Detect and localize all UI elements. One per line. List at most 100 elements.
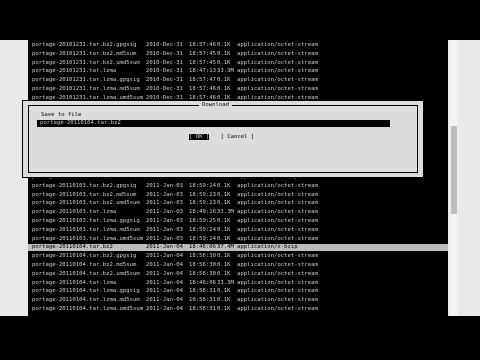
file-list-row[interactable]: portage-20110103.tar.lzma.md5sum 2011-Jan… [28,227,448,234]
file-list-row[interactable]: portage-20110104.tar.lzma 2011-Jan-04 18:4… [28,280,448,287]
file-name: portage-20110103.tar.lzma.gpgsig [32,218,140,224]
file-list-row[interactable]: portage-20110104.tar.bz2.umd5sum 2011-Jan… [28,271,448,278]
file-size: 0.1K [217,200,231,207]
file-name: portage-20110104.tar.lzma.gpgsig [32,288,140,295]
file-name: portage-20110104.tar.lzma [32,279,117,286]
scrollbar-thumb[interactable] [451,126,457,214]
file-date: 2010-Dec-31 [146,68,184,75]
file-type: application/octet-stream [237,77,318,84]
file-time: 18:57:47 [189,77,216,84]
file-time: 18:57:46 [189,86,216,92]
file-name: portage-20101231.tar.lzma.md5sum [32,86,140,92]
file-list-row[interactable]: portage-20101231.tar.lzma 2010-Dec-31 18:4… [28,68,448,75]
file-type: application/octet-stream [237,262,318,268]
file-date: 2010-Dec-31 [146,42,184,48]
file-name: portage-20101231.tar.bz2.md5sum [32,50,137,57]
file-type: application/octet-stream [237,218,318,224]
file-size: 0.1K [217,235,231,242]
file-name: portage-20110104.tar.bz2.gpgsig [32,253,137,260]
file-type: application/x-bzip [237,244,298,251]
file-time: 18:56:31 [189,297,216,304]
file-type: application/octet-stream [237,59,318,66]
file-date: 2010-Dec-31 [146,77,184,84]
file-time: 18:56:30 [189,270,216,277]
file-type: application/octet-stream [237,253,318,260]
file-date: 2011-Jan-03 [146,191,184,198]
file-name: portage-20110104.tar.lzma.md5sum [32,297,140,304]
file-type: application/octet-stream [237,270,318,277]
file-size: 0.1K [217,50,231,57]
file-time: 18:59:23 [189,191,216,198]
file-time: 18:57:45 [189,50,216,57]
dialog-border: Download Save to file portage-20110104.t… [28,102,418,173]
file-name: portage-20110104.tar.bz2.umd5sum [32,270,140,277]
file-size: 0.1K [217,77,231,84]
file-type: application/octet-stream [237,235,318,242]
file-size: 0.1K [217,218,231,224]
file-list-row[interactable]: portage-20101231.tar.lzma.md5sum 2010-Dec… [28,86,448,93]
file-time: 18:56:30 [189,262,216,268]
file-type: application/octet-stream [237,191,318,198]
file-size: 33.3M [217,68,234,75]
file-name: portage-20101231.tar.bz2.umd5sum [32,59,140,66]
file-size: 0.1K [217,42,231,48]
file-date: 2011-Jan-03 [146,209,184,216]
file-list-row[interactable]: portage-20101231.tar.bz2.md5sum 2010-Dec-… [28,51,448,58]
file-name: portage-20110104.tar.bz2 [32,244,113,251]
file-size: 0.1K [217,86,231,92]
file-type: application/octet-stream [237,182,318,189]
terminal-window: portage-20101231.tar.bz2.gpgsig 2010-Dec-… [28,40,448,316]
file-time: 18:59:23 [189,200,216,207]
file-list-row[interactable]: portage-20110104.tar.bz2.gpgsig 2011-Jan-… [28,253,448,260]
file-date: 2011-Jan-03 [146,182,184,189]
file-time: 18:56:31 [189,288,216,295]
file-time: 18:47:13 [189,68,216,75]
file-list-row[interactable]: portage-20110104.tar.lzma.md5sum 2011-Jan… [28,297,448,304]
file-size: 37.4M [217,244,234,251]
cancel-button[interactable]: [ Cancel ] [221,134,255,141]
file-date: 2010-Dec-31 [146,59,184,66]
dialog-title: Download [199,102,232,109]
file-date: 2011-Jan-04 [146,244,184,251]
file-list-row[interactable]: portage-20110103.tar.lzma.gpgsig 2011-Jan… [28,218,448,225]
file-list-row[interactable]: portage-20110104.tar.bz2 2011-Jan-04 18:46… [28,244,448,251]
file-time: 18:59:24 [189,182,216,189]
file-name: portage-20110103.tar.bz2.md5sum [32,191,137,198]
file-size: 0.1K [217,270,231,277]
file-list-row[interactable]: portage-20101231.tar.bz2.umd5sum 2010-Dec… [28,60,448,67]
dialog-buttons: [ OK ] [ Cancel ] [189,134,262,141]
file-type: application/octet-stream [237,86,318,92]
file-size: 0.1K [217,306,231,312]
file-list-row[interactable]: portage-20101231.tar.lzma.gpgsig 2010-Dec… [28,77,448,84]
file-list-row[interactable]: portage-20110104.tar.bz2.md5sum 2011-Jan-… [28,262,448,269]
file-size: 0.1K [217,59,231,66]
file-list-row[interactable]: portage-20101231.tar.bz2.gpgsig 2010-Dec-… [28,42,448,49]
download-dialog: Download Save to file portage-20110104.t… [22,100,424,178]
scrollbar[interactable] [450,40,458,316]
file-date: 2011-Jan-04 [146,279,184,286]
file-type: application/octet-stream [237,209,318,216]
file-list-row[interactable]: portage-20110104.tar.lzma.gpgsig 2011-Jan… [28,288,448,295]
file-type: application/octet-stream [237,279,318,286]
file-size: 0.1K [217,191,231,198]
file-name: portage-20110104.tar.bz2.md5sum [32,262,137,268]
file-list-row[interactable]: portage-20110103.tar.bz2.gpgsig 2011-Jan-… [28,183,448,190]
file-list-row[interactable]: portage-20110103.tar.lzma.umd5sum 2011-Ja… [28,236,448,243]
file-type: application/octet-stream [237,288,318,295]
file-list-row[interactable]: portage-20110103.tar.lzma 2011-Jan-03 18:4… [28,209,448,216]
file-name: portage-20101231.tar.lzma [32,68,117,75]
file-date: 2011-Jan-04 [146,306,184,312]
ok-button[interactable]: [ OK ] [189,134,210,141]
file-size: 0.1K [217,262,231,268]
filename-input[interactable]: portage-20110104.tar.bz2 [37,120,390,127]
file-size: 0.1K [217,253,231,260]
save-to-file-label: Save to file [41,112,82,118]
file-name: portage-20110103.tar.lzma [32,209,117,216]
file-list-row[interactable]: portage-20110103.tar.bz2.umd5sum 2011-Jan… [28,200,448,207]
file-list-row[interactable]: portage-20110104.tar.lzma.umd5sum 2011-Ja… [28,306,448,313]
file-date: 2011-Jan-04 [146,297,184,304]
file-name: portage-20110103.tar.lzma.md5sum [32,226,140,233]
file-type: application/octet-stream [237,50,318,57]
file-list-row[interactable]: portage-20110103.tar.bz2.md5sum 2011-Jan-… [28,192,448,199]
file-date: 2011-Jan-04 [146,270,184,277]
